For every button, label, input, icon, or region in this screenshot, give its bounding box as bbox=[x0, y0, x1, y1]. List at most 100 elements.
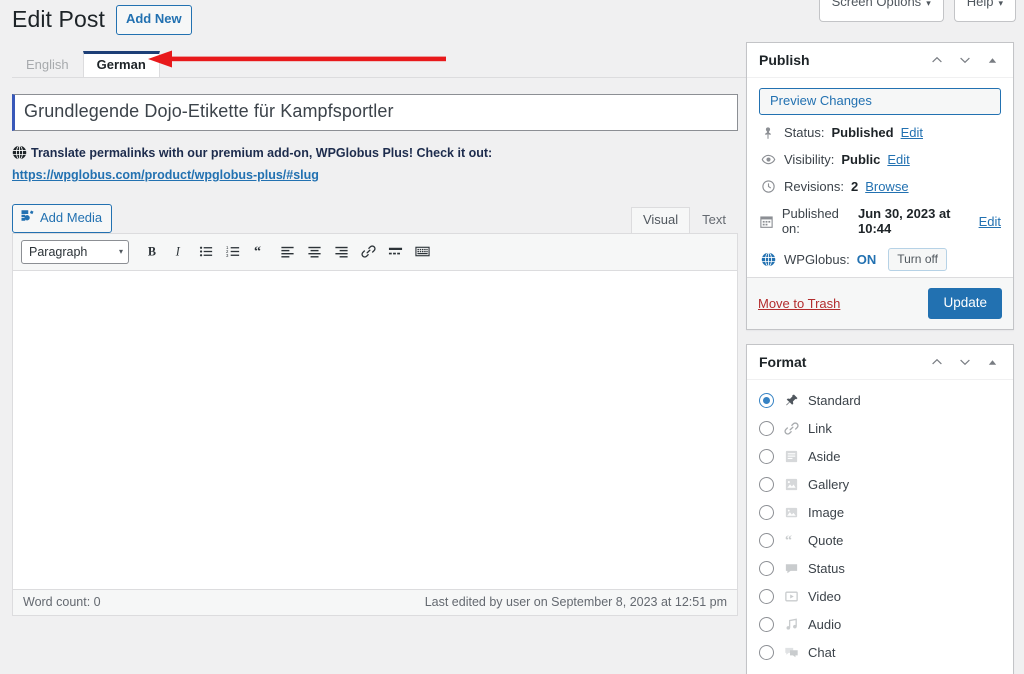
format-box-header: Format bbox=[747, 345, 1013, 380]
italic-icon[interactable]: I bbox=[167, 240, 191, 264]
chevron-up-icon[interactable] bbox=[929, 53, 944, 68]
align-left-icon[interactable] bbox=[275, 240, 299, 264]
format-option-aside[interactable]: Aside bbox=[747, 442, 1013, 470]
svg-text:3: 3 bbox=[226, 254, 229, 259]
radio-video[interactable] bbox=[759, 588, 774, 604]
word-count: Word count: 0 bbox=[23, 594, 101, 609]
help-label: Help bbox=[966, 0, 994, 9]
update-button[interactable]: Update bbox=[928, 288, 1002, 319]
format-option-image[interactable]: Image bbox=[747, 498, 1013, 526]
status-edit-link[interactable]: Edit bbox=[901, 125, 923, 140]
align-right-icon[interactable] bbox=[329, 240, 353, 264]
format-label-status: Status bbox=[808, 560, 845, 576]
editor-body: Paragraph ▾ B I 123 “ Word count: 0 Last… bbox=[12, 232, 738, 616]
bold-icon[interactable]: B bbox=[140, 240, 164, 264]
format-label-link: Link bbox=[808, 420, 832, 436]
radio-audio[interactable] bbox=[759, 616, 774, 632]
screen-options-label: Screen Options bbox=[831, 0, 922, 9]
move-to-trash-link[interactable]: Move to Trash bbox=[758, 296, 840, 311]
radio-status[interactable] bbox=[759, 560, 774, 576]
clock-icon bbox=[759, 179, 777, 194]
language-tab-english[interactable]: English bbox=[12, 51, 83, 78]
page-title-row: Edit Post Add New bbox=[12, 0, 740, 35]
chevron-down-icon[interactable] bbox=[957, 355, 972, 370]
wpglobus-plus-link[interactable]: https://wpglobus.com/product/wpglobus-pl… bbox=[12, 168, 319, 182]
aside-icon bbox=[782, 447, 800, 465]
bulleted-list-icon[interactable] bbox=[194, 240, 218, 264]
link-icon[interactable] bbox=[356, 240, 380, 264]
chevron-up-icon[interactable] bbox=[929, 355, 944, 370]
format-label-aside: Aside bbox=[808, 448, 841, 464]
numbered-list-icon[interactable]: 123 bbox=[221, 240, 245, 264]
publish-footer: Move to Trash Update bbox=[747, 277, 1013, 329]
format-option-quote[interactable]: “ Quote bbox=[747, 526, 1013, 554]
format-option-standard[interactable]: Standard bbox=[747, 386, 1013, 414]
format-option-link[interactable]: Link bbox=[747, 414, 1013, 442]
pin-icon bbox=[782, 391, 800, 409]
radio-aside[interactable] bbox=[759, 448, 774, 464]
radio-image[interactable] bbox=[759, 504, 774, 520]
chevron-down-icon: ▾ bbox=[926, 0, 931, 8]
format-label-gallery: Gallery bbox=[808, 476, 850, 492]
format-box-title: Format bbox=[759, 354, 807, 370]
video-icon bbox=[782, 587, 800, 605]
format-label-quote: Quote bbox=[808, 532, 844, 548]
screen-options-button[interactable]: Screen Options ▾ bbox=[818, 0, 944, 22]
main-column: Edit Post Add New English German Grundle… bbox=[12, 0, 752, 616]
add-media-button[interactable]: Add Media bbox=[12, 203, 113, 233]
collapse-toggle-icon[interactable] bbox=[985, 355, 1000, 370]
format-label-image: Image bbox=[808, 504, 845, 520]
link-icon bbox=[782, 419, 800, 437]
wpglobus-turn-off-button[interactable]: Turn off bbox=[888, 248, 947, 271]
radio-chat[interactable] bbox=[759, 644, 774, 660]
post-title-input[interactable]: Grundlegende Dojo-Etikette für Kampfspor… bbox=[12, 93, 738, 131]
editor-status-bar: Word count: 0 Last edited by user on Sep… bbox=[13, 588, 737, 615]
format-box-header-actions bbox=[929, 355, 1003, 370]
publish-box-header-actions bbox=[929, 53, 1003, 68]
published-on-edit-link[interactable]: Edit bbox=[979, 214, 1001, 229]
add-media-label: Add Media bbox=[40, 209, 103, 225]
editor-content-area[interactable] bbox=[13, 270, 737, 589]
calendar-icon bbox=[759, 214, 775, 229]
radio-link[interactable] bbox=[759, 420, 774, 436]
add-new-button[interactable]: Add New bbox=[115, 5, 192, 35]
visibility-label: Visibility: bbox=[784, 152, 835, 167]
format-option-chat[interactable]: Chat bbox=[747, 638, 1013, 666]
status-icon bbox=[782, 559, 800, 577]
help-button[interactable]: Help ▾ bbox=[953, 0, 1016, 22]
preview-changes-button[interactable]: Preview Changes bbox=[759, 88, 1001, 115]
format-option-status[interactable]: Status bbox=[747, 554, 1013, 582]
radio-gallery[interactable] bbox=[759, 476, 774, 492]
format-option-gallery[interactable]: Gallery bbox=[747, 470, 1013, 498]
chevron-down-icon[interactable] bbox=[957, 53, 972, 68]
paragraph-format-select[interactable]: Paragraph ▾ bbox=[21, 239, 129, 264]
publish-box-header: Publish bbox=[747, 43, 1013, 78]
annotation-arrow bbox=[148, 50, 446, 68]
radio-quote[interactable] bbox=[759, 532, 774, 548]
publish-row-visibility: Visibility: Public Edit bbox=[747, 146, 1013, 173]
published-on-label: Published on: bbox=[781, 206, 839, 236]
tab-visual[interactable]: Visual bbox=[630, 206, 691, 233]
format-option-video[interactable]: Video bbox=[747, 582, 1013, 610]
visibility-edit-link[interactable]: Edit bbox=[887, 152, 909, 167]
align-center-icon[interactable] bbox=[302, 240, 326, 264]
wpglobus-state: ON bbox=[856, 252, 877, 267]
published-on-value: Jun 30, 2023 at 10:44 bbox=[858, 206, 951, 236]
revisions-browse-link[interactable]: Browse bbox=[865, 179, 908, 194]
audio-icon bbox=[782, 615, 800, 633]
editor-top-bar: Add Media Visual Text bbox=[12, 203, 738, 233]
tab-text[interactable]: Text bbox=[690, 206, 738, 233]
chevron-down-icon: ▾ bbox=[118, 247, 123, 257]
blockquote-icon[interactable]: “ bbox=[248, 240, 272, 264]
editor-mode-tabs: Visual Text bbox=[630, 206, 738, 233]
sidebar: Publish Preview Changes Status: Publishe… bbox=[746, 42, 1014, 674]
publish-row-published-on: Published on: Jun 30, 2023 at 10:44 Edit bbox=[747, 200, 1013, 242]
collapse-toggle-icon[interactable] bbox=[985, 53, 1000, 68]
toolbar-toggle-icon[interactable] bbox=[410, 240, 434, 264]
format-option-audio[interactable]: Audio bbox=[747, 610, 1013, 638]
visibility-value: Public bbox=[841, 152, 881, 167]
eye-icon bbox=[759, 152, 777, 167]
radio-standard[interactable] bbox=[759, 392, 774, 408]
wp-edit-post-screen: Screen Options ▾ Help ▾ Edit Post Add New … bbox=[0, 0, 1024, 674]
read-more-icon[interactable] bbox=[383, 240, 407, 264]
